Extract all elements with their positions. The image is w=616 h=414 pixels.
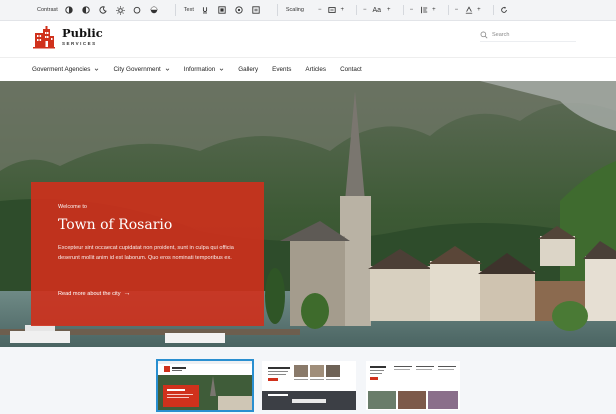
site-logo[interactable]: Public SERVICES bbox=[31, 24, 103, 50]
main-nav: Goverment Agencies City Government Infor… bbox=[0, 57, 616, 81]
read-more-link[interactable]: Read more about the city → bbox=[58, 290, 131, 297]
text-label: Text bbox=[183, 7, 194, 13]
reset-icon[interactable] bbox=[500, 6, 509, 15]
nav-item-city-government[interactable]: City Government bbox=[113, 66, 169, 73]
toolbar-divider bbox=[355, 5, 357, 15]
hero-eyebrow: Welcome to bbox=[58, 204, 87, 210]
contrast-label: Contrast bbox=[37, 7, 58, 13]
accessibility-toolbar: Contrast Text Scaling − + − Aa + − + − + bbox=[0, 0, 616, 21]
font-size-label: Aa bbox=[372, 6, 382, 14]
brand-subtitle: SERVICES bbox=[62, 40, 97, 46]
search-icon bbox=[480, 31, 488, 38]
hero-section: Welcome to Town of Rosario Excepteur sin… bbox=[0, 81, 616, 347]
nav-item-articles[interactable]: Articles bbox=[305, 66, 326, 73]
nav-item-label: Gallery bbox=[238, 66, 259, 73]
letter-spacing-minus-button[interactable]: − bbox=[455, 7, 459, 13]
hero-card: Welcome to Town of Rosario Excepteur sin… bbox=[31, 182, 264, 326]
line-height-minus-button[interactable]: − bbox=[410, 7, 414, 13]
search-input[interactable]: Search bbox=[480, 28, 576, 42]
font-minus-button[interactable]: − bbox=[363, 7, 367, 13]
chevron-down-icon bbox=[219, 68, 224, 71]
nav-item-label: Goverment Agencies bbox=[32, 66, 91, 73]
sun-icon[interactable] bbox=[116, 5, 125, 15]
toolbar-divider bbox=[402, 5, 404, 15]
nav-item-information[interactable]: Information bbox=[184, 66, 225, 73]
page-preview-image bbox=[366, 361, 460, 410]
toolbar-divider bbox=[447, 5, 449, 15]
hero-title: Town of Rosario bbox=[58, 217, 173, 233]
arrow-right-icon: → bbox=[123, 290, 131, 297]
scale-icon bbox=[327, 6, 336, 15]
font-plus-button[interactable]: + bbox=[387, 7, 391, 13]
reading-icon[interactable] bbox=[252, 6, 261, 15]
underline-icon[interactable] bbox=[201, 6, 210, 15]
thumbnail-page-3[interactable] bbox=[366, 361, 460, 410]
nav-item-contact[interactable]: Contact bbox=[340, 66, 362, 73]
nav-item-gallery[interactable]: Gallery bbox=[238, 66, 258, 73]
toolbar-divider bbox=[174, 4, 176, 16]
homepage-preview-image bbox=[158, 361, 252, 410]
nav-item-goverment-agencies[interactable]: Goverment Agencies bbox=[32, 66, 99, 73]
thumbnail-homepage[interactable] bbox=[156, 359, 254, 412]
invert-icon[interactable] bbox=[150, 6, 159, 15]
brand-title: Public bbox=[62, 26, 103, 40]
nav-item-label: Contact bbox=[340, 66, 362, 73]
hero-description: Excepteur sint occaecat cupidatat non pr… bbox=[58, 245, 234, 261]
nav-item-events[interactable]: Events bbox=[272, 66, 291, 73]
toolbar-divider bbox=[492, 5, 494, 15]
scaling-label: Scaling bbox=[285, 7, 304, 13]
city-hall-icon bbox=[33, 26, 55, 49]
cursor-icon[interactable] bbox=[235, 6, 244, 15]
page: Contrast Text Scaling − + − Aa + − + − +… bbox=[0, 0, 616, 414]
thumbnail-page-2[interactable] bbox=[262, 361, 356, 410]
scale-minus-button[interactable]: − bbox=[318, 7, 322, 13]
letter-spacing-icon bbox=[464, 6, 473, 15]
toolbar-divider bbox=[276, 4, 278, 16]
line-height-plus-button[interactable]: + bbox=[432, 7, 436, 13]
preview-thumbnails bbox=[0, 347, 616, 414]
nav-item-label: Articles bbox=[305, 66, 327, 73]
image-toggle-icon[interactable] bbox=[218, 6, 227, 15]
nav-item-label: Information bbox=[183, 66, 216, 73]
search-placeholder: Search bbox=[492, 31, 510, 38]
drop-icon[interactable] bbox=[133, 6, 142, 15]
scale-plus-button[interactable]: + bbox=[340, 7, 344, 13]
nav-item-label: City Government bbox=[113, 66, 161, 73]
nav-item-label: Events bbox=[272, 66, 292, 73]
chevron-down-icon bbox=[165, 68, 169, 71]
site-header: Public SERVICES Search bbox=[0, 21, 616, 57]
contrast-dark-icon[interactable] bbox=[82, 6, 91, 15]
moon-icon[interactable] bbox=[99, 6, 108, 15]
contrast-half-icon[interactable] bbox=[65, 6, 74, 15]
page-preview-image bbox=[262, 361, 356, 410]
read-more-label: Read more about the city bbox=[58, 290, 121, 297]
chevron-down-icon bbox=[95, 68, 99, 71]
line-height-icon bbox=[419, 6, 428, 15]
letter-spacing-plus-button[interactable]: + bbox=[477, 7, 481, 13]
